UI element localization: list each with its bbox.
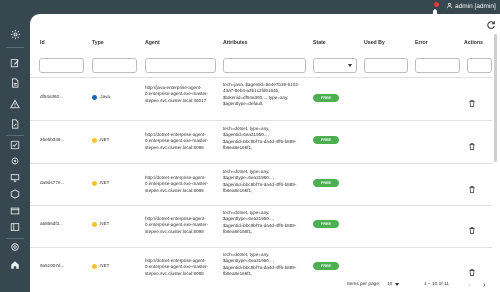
approve-icon[interactable] — [9, 139, 21, 151]
row-id: a5866df3... — [40, 221, 63, 226]
column-header-state[interactable]: State — [313, 40, 326, 46]
java-type-dot — [92, 94, 97, 100]
row-id: df54a360... — [40, 94, 63, 99]
row-type: .Java — [92, 94, 110, 100]
card-icon[interactable] — [9, 205, 21, 217]
delete-icon[interactable] — [469, 94, 475, 107]
delete-icon[interactable] — [469, 180, 475, 193]
row-id: 26ebb349... — [40, 137, 65, 142]
sidebar-divider — [6, 135, 24, 136]
dotnet-type-dot — [92, 221, 97, 227]
error-filter-input[interactable] — [415, 58, 460, 73]
row-attributes: tech=dotnet, type=any, $agentid=6ea31950… — [223, 126, 297, 150]
dotnet-type-dot — [92, 180, 97, 186]
top-bar: admin [admin] — [0, 0, 500, 16]
delete-icon[interactable] — [469, 137, 475, 150]
row-agent: http://dotnet-enterprise-agent-0.enterpr… — [145, 258, 209, 276]
dotnet-type-dot — [92, 263, 97, 269]
hexagon-icon[interactable] — [9, 188, 21, 200]
row-type-label: .NET — [99, 180, 110, 185]
document-check-icon[interactable] — [9, 118, 21, 130]
notification-badge — [434, 2, 439, 7]
settings-cog-icon[interactable] — [9, 155, 21, 167]
document-icon[interactable] — [9, 77, 21, 89]
id-filter-input[interactable] — [39, 58, 84, 73]
warning-icon[interactable] — [9, 98, 21, 110]
row-agent: http://dotnet-enterprise-agent-0.enterpr… — [145, 132, 209, 150]
monitor-icon[interactable] — [9, 172, 21, 184]
items-per-page-label: Items per page: — [347, 282, 381, 287]
items-per-page-value: 10 — [387, 282, 393, 287]
row-type-label: .NET — [99, 137, 110, 142]
status-badge: FREE — [313, 136, 339, 144]
home-icon[interactable] — [9, 259, 21, 271]
sidebar — [0, 14, 30, 292]
table-scrollbar[interactable] — [494, 34, 497, 162]
status-badge: FREE — [313, 94, 339, 102]
table-row[interactable]: df54a360... .Java http://java-enterprise… — [30, 78, 492, 119]
column-header-attributes[interactable]: Attributes — [223, 40, 248, 46]
column-header-error[interactable]: Error — [415, 40, 428, 46]
table-row[interactable]: 26ebb349... .NET http://dotnet-enterpris… — [30, 121, 492, 162]
row-id: 9a51007d... — [40, 263, 65, 268]
pagination-range: 1 – 10 of 11 — [424, 282, 449, 287]
column-header-actions: Actions — [464, 40, 484, 46]
status-badge: FREE — [313, 179, 339, 187]
row-type: .NET — [92, 263, 109, 269]
column-header-used-by[interactable]: Used By — [364, 40, 385, 46]
chevron-down-icon — [395, 283, 400, 286]
state-filter-select[interactable] — [313, 58, 357, 73]
delete-icon[interactable] — [469, 221, 475, 234]
status-badge: FREE — [313, 220, 339, 228]
sidebar-divider — [6, 238, 24, 239]
column-header-agent[interactable]: Agent — [145, 40, 160, 46]
delete-icon[interactable] — [469, 263, 475, 276]
table-row[interactable]: 9a51007d... .NET http://dotnet-enterpris… — [30, 248, 492, 278]
user-label: admin [admin] — [455, 3, 496, 10]
refresh-icon[interactable] — [486, 17, 496, 29]
agent-filter-input[interactable] — [145, 58, 216, 73]
row-agent: http://dotnet-enterprise-agent-0.enterpr… — [145, 216, 209, 234]
row-type: .NET — [92, 221, 109, 227]
attributes-filter-input[interactable] — [223, 58, 306, 73]
row-attributes: tech=java, $agentid=9e4e7b39-b102-43a7-9… — [223, 82, 300, 106]
table-row[interactable]: a5866df3... .NET http://dotnet-enterpris… — [30, 206, 492, 246]
table-row[interactable]: da9d477e... .NET http://dotnet-enterpris… — [30, 164, 492, 204]
edit-icon[interactable] — [9, 57, 21, 69]
sidebar-divider — [6, 47, 24, 48]
row-attributes: tech=dotnet, type=any, $agenttype=6ea319… — [223, 252, 297, 276]
row-attributes: tech=dotnet, type=any, $agenttype=6ea319… — [223, 169, 297, 193]
row-type: .NET — [92, 180, 109, 186]
items-per-page-select[interactable]: 10 — [387, 282, 400, 287]
chevron-right-icon[interactable]: › — [483, 280, 486, 289]
ring-icon[interactable] — [9, 241, 21, 253]
chevron-left-icon[interactable]: ‹ — [468, 280, 471, 289]
person-icon — [446, 2, 453, 11]
row-id: da9d477e... — [40, 180, 65, 185]
row-agent: http://dotnet-enterprise-agent-0.enterpr… — [145, 175, 209, 193]
row-type-label: .NET — [99, 263, 110, 268]
user-menu[interactable]: admin [admin] — [446, 2, 496, 11]
type-filter-input[interactable] — [92, 58, 137, 73]
row-type: .NET — [92, 137, 109, 143]
status-badge: FREE — [313, 262, 339, 270]
column-header-id[interactable]: Id — [40, 40, 45, 46]
row-attributes: tech=dotnet, type=any, $agenttype=6ea319… — [223, 210, 297, 234]
row-agent: http://java-enterprise-agent-0.enterpris… — [145, 85, 209, 103]
columns-icon[interactable] — [9, 221, 21, 233]
dotnet-type-dot — [92, 137, 97, 143]
gear-icon[interactable] — [9, 28, 21, 40]
agents-panel: Id Type Agent Attributes State Used By E… — [30, 14, 500, 292]
chevron-down-icon — [348, 64, 352, 67]
row-type-label: .Java — [99, 94, 110, 99]
column-header-type[interactable]: Type — [92, 40, 104, 46]
used-by-filter-input[interactable] — [364, 58, 408, 73]
actions-filter-input[interactable] — [467, 58, 492, 73]
row-type-label: .NET — [99, 221, 110, 226]
